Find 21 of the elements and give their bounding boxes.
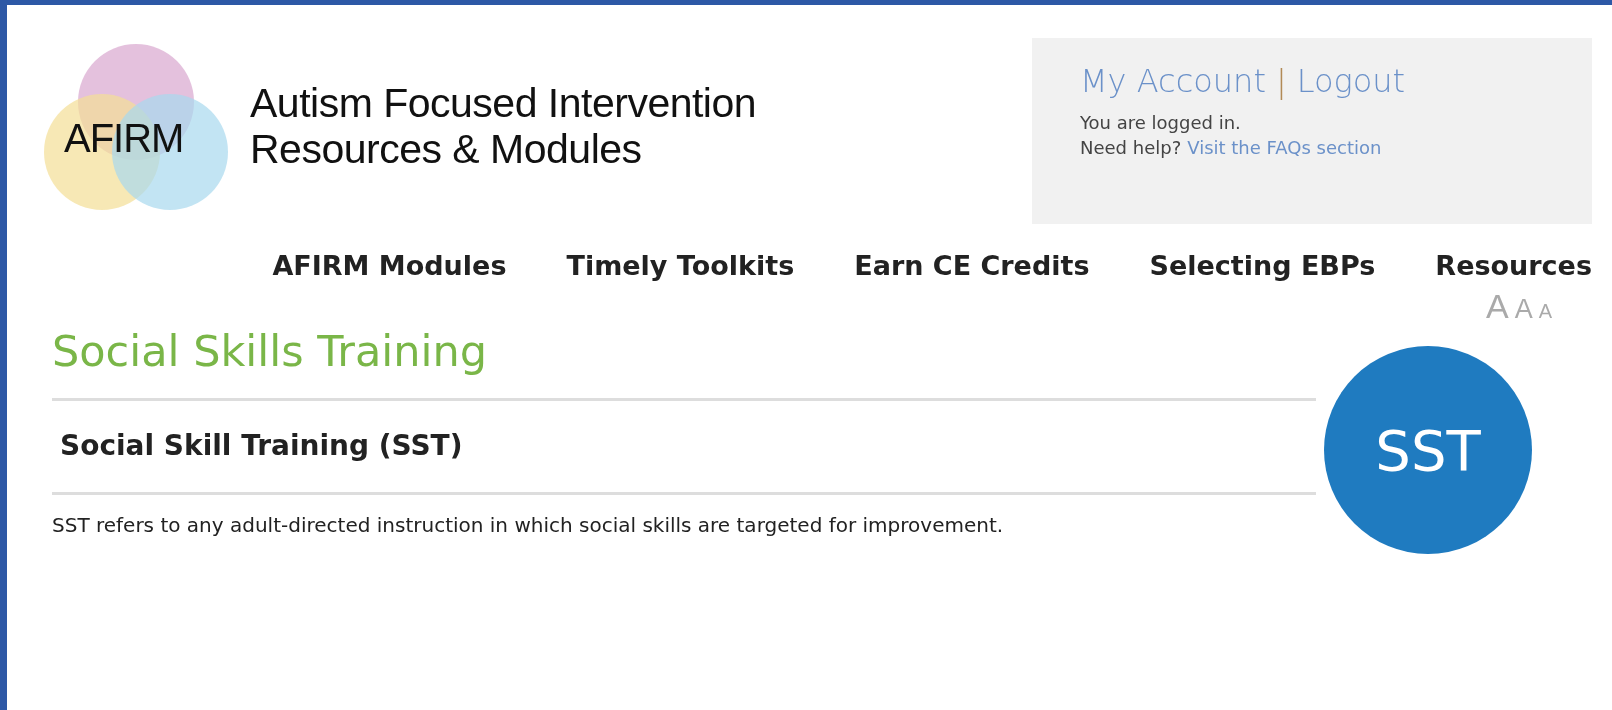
login-status: You are logged in. (1080, 112, 1242, 133)
logout-link[interactable]: Logout (1296, 62, 1406, 100)
faq-link[interactable]: Visit the FAQs section (1187, 137, 1382, 158)
nav-link[interactable]: Resources (1435, 250, 1592, 281)
logo-text: AFIRM (64, 116, 184, 161)
font-size-button[interactable]: A (1538, 300, 1552, 323)
my-account-link[interactable]: My Account (1080, 62, 1266, 100)
nav-link[interactable]: Earn CE Credits (854, 250, 1090, 281)
font-size-button[interactable]: A (1514, 294, 1533, 325)
nav-link[interactable]: Selecting EBPs (1149, 250, 1376, 281)
separator: | (1275, 62, 1287, 100)
nav-link[interactable]: AFIRM Modules (272, 250, 507, 281)
help-text: Need help? (1080, 137, 1182, 158)
site-title: Autism Focused Intervention (250, 80, 757, 126)
section-title: Social Skill Training (SST) (60, 429, 463, 462)
nav-link[interactable]: Timely Toolkits (566, 250, 795, 281)
page-title: Social Skills Training (52, 326, 488, 376)
description-text: SST refers to any adult-directed instruction in which social skills are targeted for improvement. (52, 513, 1005, 537)
sst-badge: SST (1324, 346, 1532, 554)
site-title: Resources & Modules (250, 126, 643, 172)
font-size-button[interactable]: A (1485, 287, 1509, 326)
